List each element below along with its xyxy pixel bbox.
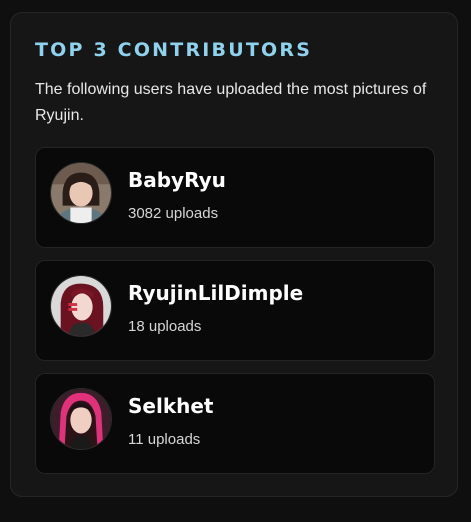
avatar-photo-icon: [51, 389, 111, 449]
contributor-upload-count: 18 uploads: [128, 318, 202, 335]
user-avatar[interactable]: [50, 388, 112, 450]
contributor-card[interactable]: BabyRyu 3082 uploads: [35, 147, 435, 248]
contributor-username[interactable]: Selkhet: [128, 394, 214, 418]
contributor-upload-count: 3082 uploads: [128, 205, 219, 222]
contributor-card[interactable]: Selkhet 11 uploads: [35, 373, 435, 474]
top-contributors-panel: TOP 3 CONTRIBUTORS The following users h…: [10, 12, 458, 497]
contributor-username[interactable]: BabyRyu: [128, 168, 226, 192]
contributor-username[interactable]: RyujinLilDimple: [128, 281, 303, 305]
avatar-photo-icon: [51, 163, 111, 223]
panel-title: TOP 3 CONTRIBUTORS: [35, 39, 313, 61]
avatar-photo-icon: [51, 276, 111, 336]
user-avatar[interactable]: [50, 275, 112, 337]
contributor-card[interactable]: RyujinLilDimple 18 uploads: [35, 260, 435, 361]
user-avatar[interactable]: [50, 162, 112, 224]
contributor-list: BabyRyu 3082 uploads RyujinLilDimple 18 …: [35, 147, 435, 486]
contributor-upload-count: 11 uploads: [128, 431, 201, 448]
panel-description: The following users have uploaded the mo…: [35, 81, 427, 124]
